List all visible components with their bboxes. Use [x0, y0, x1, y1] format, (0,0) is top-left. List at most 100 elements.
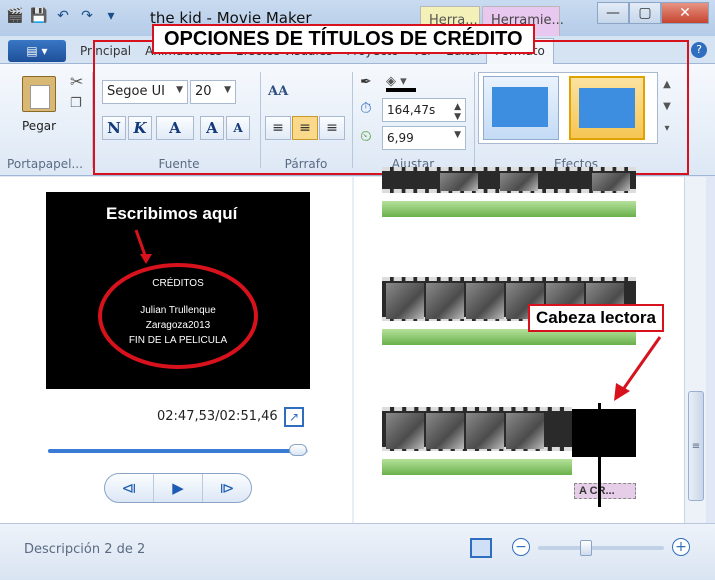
font-color-button[interactable]: A	[156, 116, 194, 140]
audio-track	[382, 459, 572, 475]
paste-icon[interactable]	[22, 76, 56, 112]
group-separator	[260, 72, 261, 168]
credits-heading: CRÉDITOS	[152, 278, 204, 289]
font-family-select[interactable]: Segoe UI ▼	[102, 80, 188, 104]
undo-icon[interactable]: ↶	[54, 7, 72, 25]
audio-track	[382, 201, 636, 217]
save-icon[interactable]: 💾	[30, 7, 48, 25]
annotation-arrow-and-circle	[98, 229, 258, 369]
align-center-button[interactable]: ≡	[292, 116, 318, 140]
duration-select[interactable]: 6,99 ▼	[382, 126, 466, 150]
credits-line: FIN DE LA PELICULA	[128, 335, 228, 346]
zoom-slider[interactable]	[538, 540, 664, 556]
playhead-annotation-arrow	[614, 336, 662, 401]
font-size-select[interactable]: 20 ▼	[190, 80, 236, 104]
seek-thumb[interactable]	[288, 444, 307, 456]
grow-font-button[interactable]: A	[200, 116, 224, 140]
credits-line: Zaragoza2013	[145, 320, 211, 331]
zoom-in-button[interactable]: +	[672, 538, 690, 556]
clip-frame	[440, 173, 478, 191]
help-icon[interactable]: ?	[691, 42, 707, 58]
tab-principal[interactable]: Principal	[80, 44, 131, 58]
clip-frame	[426, 413, 464, 449]
close-button[interactable]: ✕	[661, 2, 709, 24]
italic-button[interactable]: K	[128, 116, 152, 140]
clip-frame	[386, 413, 424, 449]
font-size-value: 20	[195, 84, 212, 99]
shrink-font-button[interactable]: A	[226, 116, 250, 140]
duration-icon: ⏲	[360, 127, 372, 145]
file-menu-button[interactable]: ▤ ▾	[8, 40, 66, 62]
text-color-icon[interactable]: ✒	[360, 74, 372, 90]
minimize-button[interactable]: —	[597, 2, 629, 24]
copy-icon[interactable]: ❐	[70, 96, 82, 111]
clip-frame	[386, 283, 424, 319]
video-clip[interactable]	[382, 407, 572, 451]
paste-button-label[interactable]: Pegar	[22, 119, 56, 133]
start-time-input[interactable]: 164,47s ▲ ▼	[382, 98, 466, 122]
credits-line: Julian Trullenque	[140, 305, 216, 316]
chevron-down-icon: ▼	[224, 85, 231, 95]
bold-button[interactable]: N	[102, 116, 126, 140]
dropdown-icon[interactable]: ▾	[102, 7, 120, 25]
align-right-button[interactable]: ≡	[319, 116, 345, 140]
video-preview: Escribimos aquí CRÉDITOS Julian Trullenq…	[46, 192, 310, 389]
chevron-down-icon: ▼	[176, 85, 183, 95]
group-label-clipboard: Portapapel...	[7, 157, 83, 171]
time-readout: 02:47,53/02:51,46	[157, 409, 278, 424]
status-description: Descripción 2 de 2	[24, 542, 146, 557]
font-family-value: Segoe UI	[107, 84, 165, 99]
caption-clip[interactable]: A CR...	[574, 483, 636, 499]
text-transparency-icon[interactable]: AA	[268, 84, 288, 99]
storyboard-pane: A CR...	[354, 167, 684, 523]
zoom-out-button[interactable]: −	[512, 538, 530, 556]
gallery-scroll[interactable]: ▲ ▼ ▾	[660, 74, 674, 140]
duration-value: 6,99	[387, 131, 414, 145]
chevron-down-icon: ▼	[454, 130, 461, 140]
group-separator	[352, 72, 353, 168]
group-separator	[92, 72, 93, 168]
storyboard-scrollbar[interactable]: ≡	[684, 177, 706, 523]
cut-icon[interactable]: ✂	[70, 72, 83, 91]
status-bar: Descripción 2 de 2 − +	[0, 523, 715, 580]
effects-gallery	[478, 72, 658, 144]
clip-frame	[466, 413, 504, 449]
start-time-value: 164,47s	[387, 103, 436, 117]
effect-slide-right[interactable]	[483, 76, 559, 140]
spin-arrows-icon[interactable]: ▲ ▼	[454, 102, 461, 122]
preview-pane: Escribimos aquí CRÉDITOS Julian Trullenq…	[0, 177, 352, 523]
start-time-icon: ⏱	[360, 99, 372, 117]
group-separator	[474, 72, 475, 168]
playhead[interactable]	[598, 403, 601, 507]
group-label-font: Fuente	[158, 157, 200, 171]
effect-preview-thumbnail	[579, 88, 635, 128]
ribbon-annotation-label: OPCIONES DE TÍTULOS DE CRÉDITO	[152, 24, 535, 54]
playback-controls: ⧏ ▶ ⧐	[104, 473, 252, 503]
ribbon: Pegar ✂ ❐ Portapapel... Segoe UI ▼ 20 ▼ N …	[0, 64, 715, 176]
seek-slider[interactable]	[48, 444, 308, 456]
video-clip[interactable]	[382, 167, 636, 193]
clip-frame	[500, 173, 538, 191]
seek-progress	[48, 449, 303, 453]
clip-frame	[426, 283, 464, 319]
align-left-button[interactable]: ≡	[265, 116, 291, 140]
playhead-annotation-label: Cabeza lectora	[528, 304, 664, 332]
maximize-button[interactable]: ▢	[629, 2, 661, 24]
thumbnail-size-icon[interactable]	[470, 538, 492, 558]
next-frame-button[interactable]: ⧐	[203, 474, 251, 502]
window-controls: — ▢ ✕	[597, 2, 709, 24]
background-color-icon[interactable]: ◈ ▾	[386, 74, 416, 92]
redo-icon[interactable]: ↷	[78, 7, 96, 25]
clip-frame	[592, 173, 630, 191]
zoom-thumb[interactable]	[579, 540, 592, 556]
credits-clip[interactable]	[572, 409, 636, 457]
clip-frame	[506, 413, 544, 449]
effect-scroll-up[interactable]	[569, 76, 645, 140]
scrollbar-thumb[interactable]: ≡	[688, 391, 704, 501]
effect-preview-thumbnail	[492, 87, 548, 127]
previous-frame-button[interactable]: ⧏	[105, 474, 154, 502]
expand-preview-icon[interactable]: ↗	[284, 407, 304, 427]
movie-maker-icon[interactable]: 🎬	[6, 7, 24, 25]
quick-access-toolbar: 🎬 💾 ↶ ↷ ▾	[6, 7, 120, 25]
play-button[interactable]: ▶	[154, 474, 203, 502]
